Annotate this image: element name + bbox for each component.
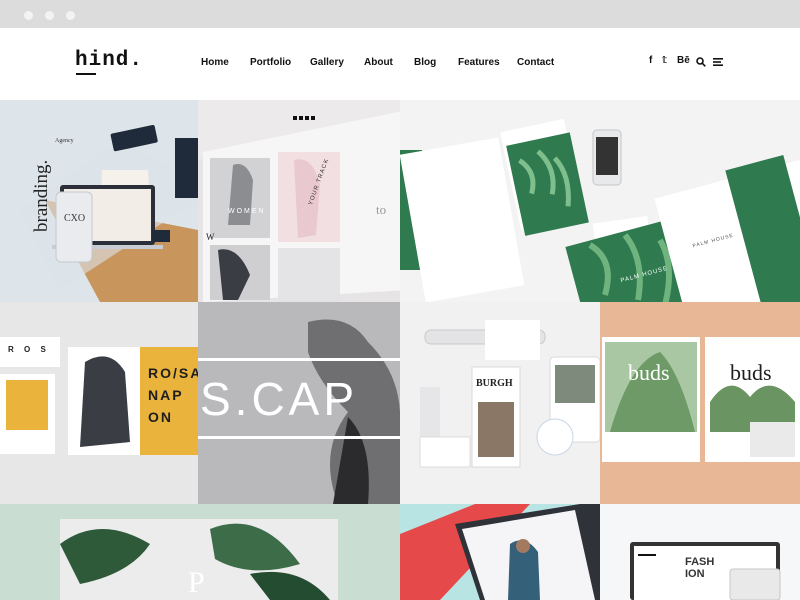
window-dot[interactable]: [24, 11, 33, 20]
search-icon[interactable]: [696, 57, 706, 67]
nav-gallery[interactable]: Gallery: [310, 57, 344, 68]
scap-title: S.CAP: [200, 373, 359, 425]
website-mockup-image: [630, 542, 781, 600]
nav-about[interactable]: About: [364, 57, 393, 68]
portfolio-item-fashion-site[interactable]: FASH ION: [600, 504, 800, 600]
branding-agency-text: Agency: [55, 138, 74, 144]
nav-contact[interactable]: Contact: [517, 57, 554, 68]
portfolio-item-burgh[interactable]: BURGH: [400, 302, 600, 504]
portfolio-item-branding[interactable]: branding. Agency CXO: [0, 100, 198, 302]
leaves-letter: P: [188, 566, 205, 599]
portfolio-item-palm-house[interactable]: PALM HOUSE PALM HOUSE: [400, 100, 800, 302]
site-header: hind. Home Portfolio Gallery About Blog …: [0, 28, 800, 100]
tablet-mockup-image: [400, 504, 600, 600]
nav-portfolio[interactable]: Portfolio: [250, 57, 291, 68]
portfolio-item-tablet[interactable]: [400, 504, 600, 600]
magazine-mockup-image: [198, 111, 400, 302]
magazine-women-text: WOMEN: [228, 208, 266, 215]
window-dot[interactable]: [66, 11, 75, 20]
facebook-icon[interactable]: f: [649, 55, 652, 66]
branding-mockup-image: [20, 124, 198, 302]
portfolio-item-buds[interactable]: buds buds: [600, 302, 800, 504]
portfolio-item-fashion-magazine[interactable]: WOMEN YOUR TRACK W to: [198, 100, 400, 302]
branding-vertical-text: branding.: [31, 159, 52, 232]
magazine-letter: W: [206, 232, 215, 242]
buds-right-title: buds: [730, 360, 772, 385]
poster-ros-text: R O S: [8, 345, 50, 354]
window-dot[interactable]: [45, 11, 54, 20]
portfolio-item-posters[interactable]: R O S RO/SAL NAP ON: [0, 302, 198, 504]
menu-icon[interactable]: [713, 58, 723, 66]
portfolio-item-leaves[interactable]: P: [0, 504, 400, 600]
logo-underline: [76, 73, 96, 75]
poster-sal-text: RO/SAL NAP ON: [148, 365, 198, 425]
behance-icon[interactable]: Bē: [677, 55, 690, 66]
scap-line-top: [198, 358, 400, 361]
scap-line-bottom: [198, 436, 400, 439]
portfolio-item-scap[interactable]: S.CAP: [198, 302, 400, 504]
burgh-title: BURGH: [476, 378, 513, 389]
site-logo[interactable]: hind.: [75, 49, 143, 72]
nav-features[interactable]: Features: [458, 57, 500, 68]
magazine-side-text: to: [376, 202, 387, 217]
burgh-mockup-image: [419, 320, 600, 468]
browser-chrome: [0, 0, 800, 28]
fashion-site-text: FASH ION: [685, 556, 715, 580]
buds-book-image: [602, 337, 800, 462]
nav-home[interactable]: Home: [201, 57, 229, 68]
stationery-mockup-image: [400, 118, 800, 302]
nav-blog[interactable]: Blog: [414, 57, 436, 68]
branding-logo-text: CXO: [64, 213, 86, 224]
twitter-icon[interactable]: 𝕥: [662, 55, 667, 66]
buds-left-title: buds: [628, 360, 670, 385]
